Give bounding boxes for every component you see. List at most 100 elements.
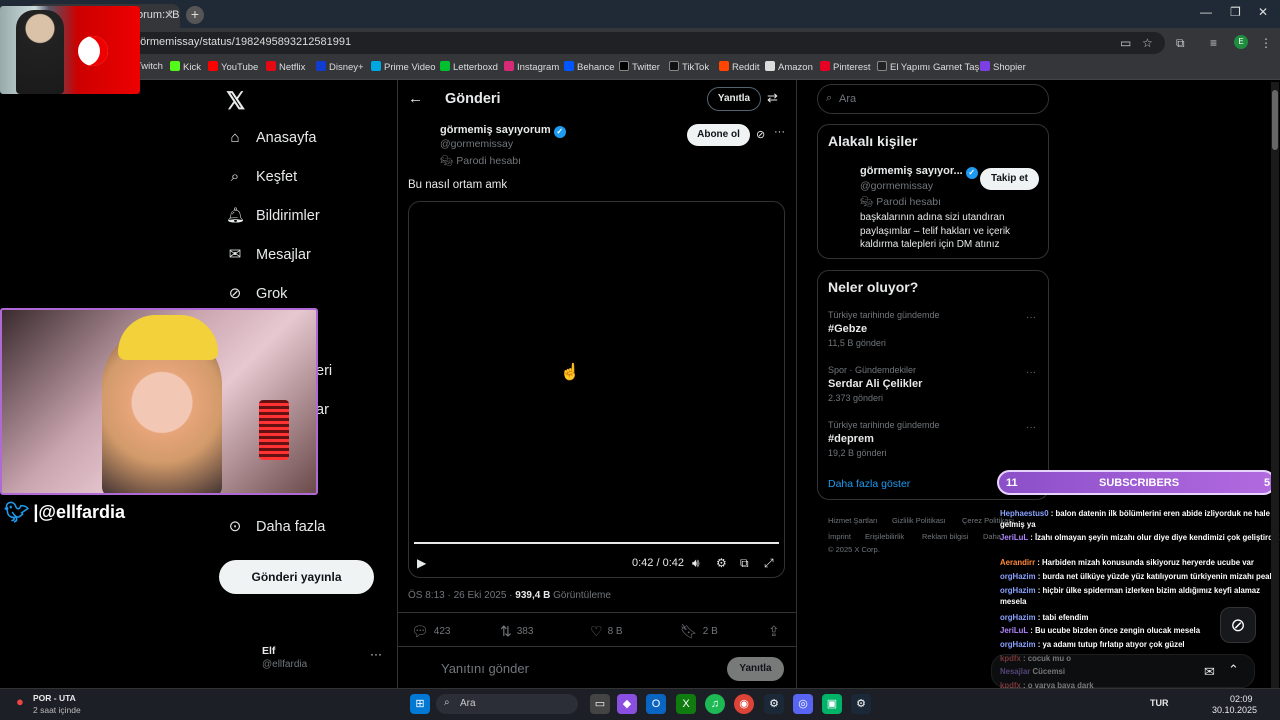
chat-username[interactable]: Hephaestus0 [1000,509,1049,518]
messages-drawer[interactable] [991,654,1255,688]
scrollbar-thumb[interactable] [1272,90,1278,150]
relevant-name[interactable]: görmemiş sayıyor... ✓ [860,165,978,179]
close-window-icon[interactable]: ✕ [1258,5,1268,19]
bookmark-item[interactable]: YouTube [208,61,258,73]
footer-link[interactable]: Hizmet Şartları [828,516,878,525]
scrollbar[interactable] [1271,82,1279,688]
clock-date[interactable]: 30.10.2025 [1212,705,1257,715]
footer-link[interactable]: İmprint [828,532,851,541]
back-arrow-icon[interactable]: ← [408,90,423,107]
relevant-avatar[interactable] [828,165,856,193]
author-handle[interactable]: @gormemissay [440,138,513,150]
reply-action[interactable]: 💬︎ 423 [411,623,450,640]
more-icon[interactable]: ··· [370,647,382,661]
bookmark-star-icon[interactable]: ☆ [1142,36,1153,50]
x-logo-icon[interactable]: 𝕏 [226,87,245,116]
bookmark-item[interactable]: Pinterest [820,61,871,73]
expand-drawer-icon[interactable]: ⌃ [1228,662,1239,678]
grok-post-icon[interactable]: ⊘ [756,128,765,141]
bookmark-item[interactable]: Prime Video [371,61,436,73]
extensions-icon[interactable]: ⧉ [1176,36,1185,51]
footer-link[interactable]: Daha [983,532,1001,541]
nav-explore[interactable]: ⌕ Keşfet [226,168,297,186]
account-switcher[interactable]: Elf @ellfardia ··· [226,643,386,673]
video-settings-icon[interactable]: ⚙ [716,556,727,570]
app-icon[interactable]: ▣ [822,694,842,714]
footer-link[interactable]: Erişilebilirlik [865,532,904,541]
bookmark-item[interactable]: Netflix [266,61,305,73]
new-tab-button[interactable]: + [186,6,204,24]
task-view-icon[interactable]: ▭ [590,694,610,714]
chat-username[interactable]: orgHazim [1000,613,1036,622]
trend-item[interactable]: Türkiye tarihinde gündemde #Gebze 11,5 B… [828,310,940,348]
taskbar-search[interactable]: ⌕ Ara [436,694,578,714]
maximize-icon[interactable]: ❐ [1230,5,1241,19]
reply-input[interactable]: Yanıtını gönder [441,661,529,676]
chat-username[interactable]: orgHazim [1000,572,1036,581]
bookmark-action[interactable]: 🔖︎ 2 B [680,623,718,640]
trend-item[interactable]: Türkiye tarihinde gündemde #deprem 19,2 … [828,420,940,458]
menu-icon[interactable]: ⋮ [1260,36,1272,50]
bookmark-item[interactable]: El Yapımı Garnet Taş... [877,61,987,73]
nav-more[interactable]: ⊙ Daha fazla [226,518,326,536]
address-bar[interactable]: görmemissay/status/1982495893212581991 [90,32,1165,54]
bookmark-item[interactable]: TikTok [669,61,709,73]
reply-submit-button[interactable]: Yanıtla [727,657,784,681]
repost-action[interactable]: ⇅ 383 [500,623,533,640]
close-tab-icon[interactable]: ✕ [164,8,174,22]
video-player[interactable] [408,201,785,578]
cast-icon[interactable]: ▭ [1120,36,1131,50]
xbox-icon[interactable]: X [676,694,696,714]
bookmark-item[interactable]: Shopier [980,61,1026,73]
reading-list-icon[interactable]: ≡ [1210,36,1217,50]
new-message-icon[interactable]: ✉ [1204,664,1215,680]
clock-time[interactable]: 02:09 [1230,694,1253,704]
copilot-icon[interactable]: ◆ [617,694,637,714]
bookmark-item[interactable]: Behance [564,61,615,73]
trend-more-icon[interactable]: ··· [1026,422,1036,433]
show-more-link[interactable]: Daha fazla göster [828,478,910,490]
chat-username[interactable]: orgHazim [1000,640,1036,649]
nav-grok[interactable]: ⊘ Grok [226,285,288,303]
profile-avatar[interactable]: E [1234,35,1248,49]
trend-more-icon[interactable]: ··· [1026,367,1036,378]
chat-username[interactable]: Aerandirr [1000,558,1035,567]
weather-title[interactable]: POR - UTA [33,693,76,703]
chat-username[interactable]: orgHazim [1000,586,1036,595]
author-avatar[interactable] [408,124,436,152]
reply-header-button[interactable]: Yanıtla [707,87,761,111]
bookmark-item[interactable]: Letterboxd [440,61,498,73]
bookmark-item[interactable]: Twitch [136,61,163,72]
like-action[interactable]: ♡ 8 B [590,623,623,640]
author-name[interactable]: görmemiş sayıyorum ✓ [440,124,566,138]
steam-icon-2[interactable]: ⚙ [851,694,871,714]
post-button[interactable]: Gönderi yayınla [219,560,374,594]
outlook-icon[interactable]: O [646,694,666,714]
bookmark-item[interactable]: Twitter [619,61,660,73]
discord-icon[interactable]: ◎ [793,694,813,714]
bookmark-item[interactable]: Reddit [719,61,759,73]
nav-partial-item[interactable]: eri [316,363,332,379]
search-input[interactable]: ⌕ Ara [817,84,1049,114]
bookmark-item[interactable]: Kick [170,61,201,73]
picture-in-picture-icon[interactable]: ⧉ [740,556,749,571]
bookmark-item[interactable]: Instagram [504,61,559,73]
volume-icon[interactable]: 🔊︎ [692,556,700,571]
spotify-icon[interactable]: ♫ [705,694,725,714]
nav-home[interactable]: ⌂ Anasayfa [226,129,316,147]
grok-floating-icon[interactable]: ⊘ [1220,607,1256,643]
chat-username[interactable]: JeriLuL [1000,626,1028,635]
footer-link[interactable]: Gizlilik Politikası [892,516,946,525]
subscribe-button[interactable]: Abone ol [687,124,750,146]
nav-notifications[interactable]: 🔔︎ Bildirimler [226,207,320,225]
settings-icon[interactable]: ⇄ [767,90,778,106]
minimize-icon[interactable]: — [1200,5,1212,19]
follow-button[interactable]: Takip et [980,168,1039,190]
play-icon[interactable]: ▶ [417,556,426,570]
share-action[interactable]: ⇪ [768,623,785,640]
steam-icon[interactable]: ⚙ [764,694,784,714]
post-more-icon[interactable]: ··· [774,126,785,138]
bookmark-item[interactable]: Disney+ [316,61,364,73]
trend-item[interactable]: Spor · Gündemdekiler Serdar Ali Çelikler… [828,365,922,403]
nav-messages[interactable]: ✉ Mesajlar [226,246,311,264]
